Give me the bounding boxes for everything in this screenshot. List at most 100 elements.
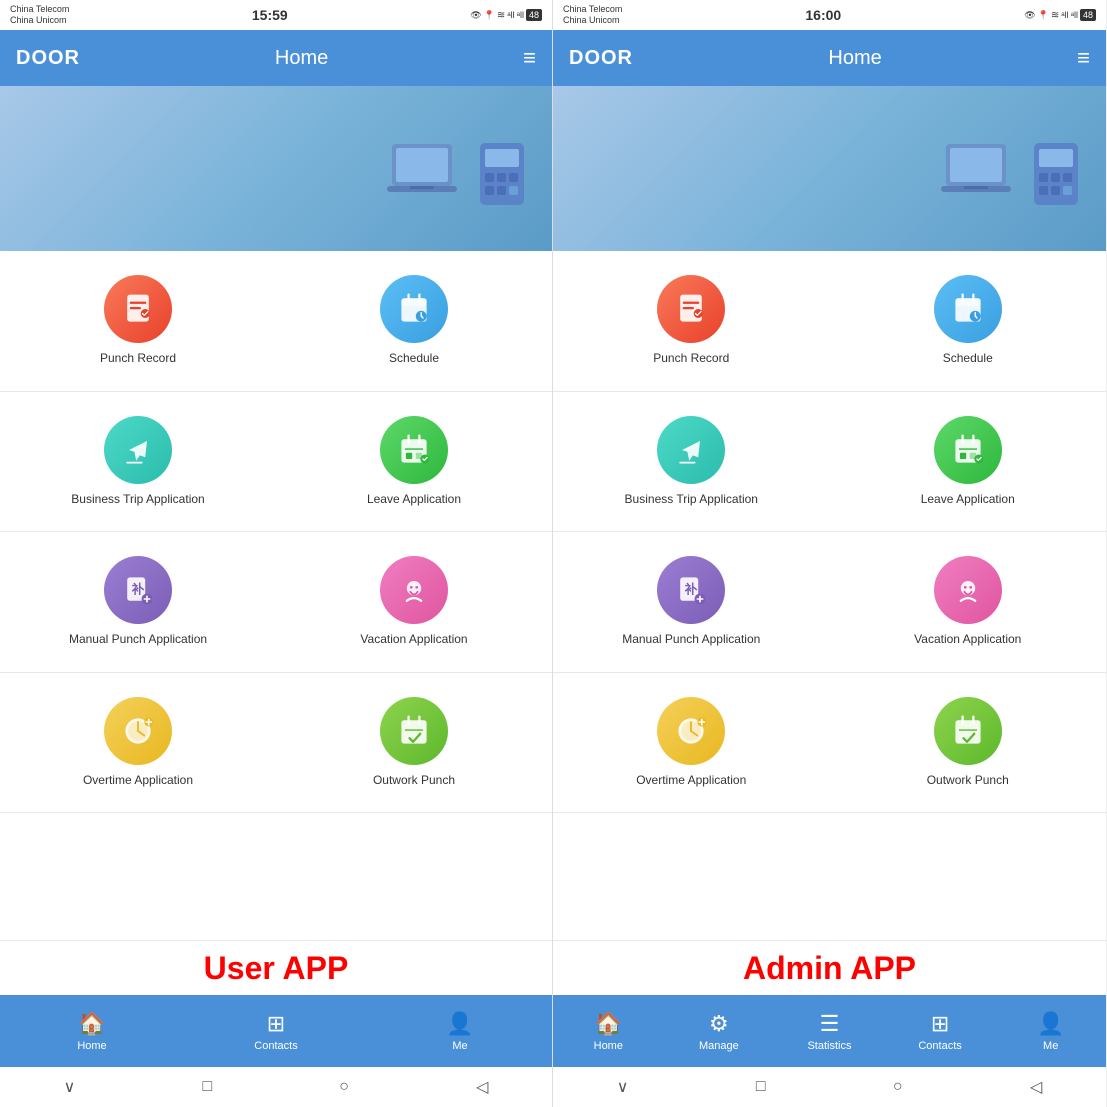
- app-header: DOOR Home ≡: [553, 30, 1106, 86]
- square-icon[interactable]: □: [202, 1078, 212, 1096]
- menu-row-3: Overtime Application Outwork Punch: [553, 673, 1106, 814]
- system-nav: ∨ □ ○ ◁: [0, 1067, 552, 1107]
- carrier1: China Telecom: [563, 4, 622, 15]
- battery-icon: 48: [1080, 9, 1096, 21]
- nav-me-icon: 👤: [446, 1011, 473, 1037]
- outwork-icon: [934, 697, 1002, 765]
- time: 15:59: [252, 7, 288, 23]
- menu-item-schedule[interactable]: Schedule: [830, 267, 1107, 375]
- nav-contacts-icon: ⊞: [931, 1011, 949, 1037]
- eye-icon: 👁: [470, 10, 481, 21]
- punch-icon: [104, 275, 172, 343]
- svg-text:补: 补: [684, 582, 698, 597]
- back-icon[interactable]: ◁: [1030, 1077, 1042, 1097]
- chevron-down-icon[interactable]: ∨: [617, 1077, 629, 1097]
- circle-icon[interactable]: ○: [893, 1078, 903, 1096]
- bottom-nav: 🏠 Home ⚙ Manage ☰ Statistics ⊞ Contacts …: [553, 995, 1106, 1067]
- manual-icon: 补: [657, 556, 725, 624]
- vacation-icon: [934, 556, 1002, 624]
- menu-item-plane[interactable]: Business Trip Application: [553, 408, 830, 516]
- nav-home-label: Home: [77, 1040, 106, 1052]
- nav-item-manage[interactable]: ⚙ Manage: [664, 995, 775, 1067]
- manual-label: Manual Punch Application: [622, 632, 760, 648]
- menu-item-manual[interactable]: 补 Manual Punch Application: [553, 548, 830, 656]
- eye-icon: 👁: [1024, 10, 1035, 21]
- nav-contacts-icon: ⊞: [267, 1011, 285, 1037]
- nav-item-me[interactable]: 👤 Me: [995, 995, 1106, 1067]
- menu-item-punch[interactable]: Punch Record: [553, 267, 830, 375]
- punch-label: Punch Record: [100, 351, 176, 367]
- nav-contacts-label: Contacts: [254, 1040, 297, 1052]
- menu-item-vacation[interactable]: Vacation Application: [830, 548, 1107, 656]
- time: 16:00: [805, 7, 841, 23]
- nav-item-home[interactable]: 🏠 Home: [553, 995, 664, 1067]
- nav-item-statistics[interactable]: ☰ Statistics: [774, 995, 885, 1067]
- menu-row-0: Punch Record Schedule: [0, 251, 552, 392]
- chevron-down-icon[interactable]: ∨: [64, 1077, 76, 1097]
- schedule-label: Schedule: [943, 351, 993, 367]
- menu-item-outwork[interactable]: Outwork Punch: [830, 689, 1107, 797]
- outwork-icon: [380, 697, 448, 765]
- menu-item-leave[interactable]: Leave Application: [276, 408, 552, 516]
- plane-label: Business Trip Application: [71, 492, 204, 508]
- back-icon[interactable]: ◁: [476, 1077, 488, 1097]
- leave-label: Leave Application: [921, 492, 1015, 508]
- nav-item-contacts[interactable]: ⊞ Contacts: [184, 995, 368, 1067]
- outwork-label: Outwork Punch: [927, 773, 1009, 789]
- menu-item-manual[interactable]: 补 Manual Punch Application: [0, 548, 276, 656]
- nav-item-contacts[interactable]: ⊞ Contacts: [885, 995, 996, 1067]
- menu-item-leave[interactable]: Leave Application: [830, 408, 1107, 516]
- nav-statistics-label: Statistics: [807, 1040, 851, 1052]
- system-nav: ∨ □ ○ ◁: [553, 1067, 1106, 1107]
- nav-item-me[interactable]: 👤 Me: [368, 995, 552, 1067]
- menu-row-1: Business Trip Application Leave Applicat…: [0, 392, 552, 533]
- menu-item-vacation[interactable]: Vacation Application: [276, 548, 552, 656]
- banner-illustration: [382, 129, 532, 209]
- carrier2: China Unicom: [10, 15, 69, 26]
- nav-statistics-icon: ☰: [820, 1011, 840, 1037]
- punch-label: Punch Record: [653, 351, 729, 367]
- carrier1: China Telecom: [10, 4, 69, 15]
- menu-item-overtime[interactable]: Overtime Application: [0, 689, 276, 797]
- banner-illustration: [936, 129, 1086, 209]
- menu-row-2: 补 Manual Punch Application Vacation Appl…: [553, 532, 1106, 673]
- wifi-icon: ≋: [1051, 10, 1059, 21]
- menu-item-plane[interactable]: Business Trip Application: [0, 408, 276, 516]
- menu-item-schedule[interactable]: Schedule: [276, 267, 552, 375]
- signal-icons: 👁 📍 ≋ ᵃll ᵃll 48: [470, 9, 542, 21]
- menu-grid: Punch Record Schedule: [553, 251, 1106, 940]
- banner: [553, 86, 1106, 251]
- circle-icon[interactable]: ○: [339, 1078, 349, 1096]
- schedule-label: Schedule: [389, 351, 439, 367]
- nav-contacts-label: Contacts: [918, 1040, 961, 1052]
- bottom-nav: 🏠 Home ⊞ Contacts 👤 Me: [0, 995, 552, 1067]
- nav-manage-icon: ⚙: [709, 1011, 729, 1037]
- app-label-row: User APP: [0, 940, 552, 995]
- menu-row-2: 补 Manual Punch Application Vacation Appl…: [0, 532, 552, 673]
- nav-manage-label: Manage: [699, 1040, 739, 1052]
- carrier-info: China Telecom China Unicom: [563, 4, 622, 26]
- menu-button[interactable]: ≡: [523, 45, 536, 71]
- menu-item-overtime[interactable]: Overtime Application: [553, 689, 830, 797]
- status-bar: China Telecom China Unicom 16:00 👁 📍 ≋ ᵃ…: [553, 0, 1106, 30]
- carrier-info: China Telecom China Unicom: [10, 4, 69, 26]
- vacation-label: Vacation Application: [914, 632, 1021, 648]
- svg-text:补: 补: [131, 582, 145, 597]
- signal2-icon: ᵃll: [1071, 10, 1078, 20]
- panel-user-app: China Telecom China Unicom 15:59 👁 📍 ≋ ᵃ…: [0, 0, 553, 1107]
- carrier2: China Unicom: [563, 15, 622, 26]
- menu-item-punch[interactable]: Punch Record: [0, 267, 276, 375]
- square-icon[interactable]: □: [756, 1078, 766, 1096]
- app-logo: DOOR: [16, 47, 80, 70]
- nav-item-home[interactable]: 🏠 Home: [0, 995, 184, 1067]
- nav-me-icon: 👤: [1037, 1011, 1064, 1037]
- outwork-label: Outwork Punch: [373, 773, 455, 789]
- battery-icon: 48: [526, 9, 542, 21]
- nav-me-label: Me: [1043, 1040, 1058, 1052]
- nav-home-label: Home: [594, 1040, 623, 1052]
- menu-button[interactable]: ≡: [1077, 45, 1090, 71]
- punch-icon: [657, 275, 725, 343]
- menu-item-outwork[interactable]: Outwork Punch: [276, 689, 552, 797]
- banner: [0, 86, 552, 251]
- signal-icon: ᵃll: [507, 10, 514, 20]
